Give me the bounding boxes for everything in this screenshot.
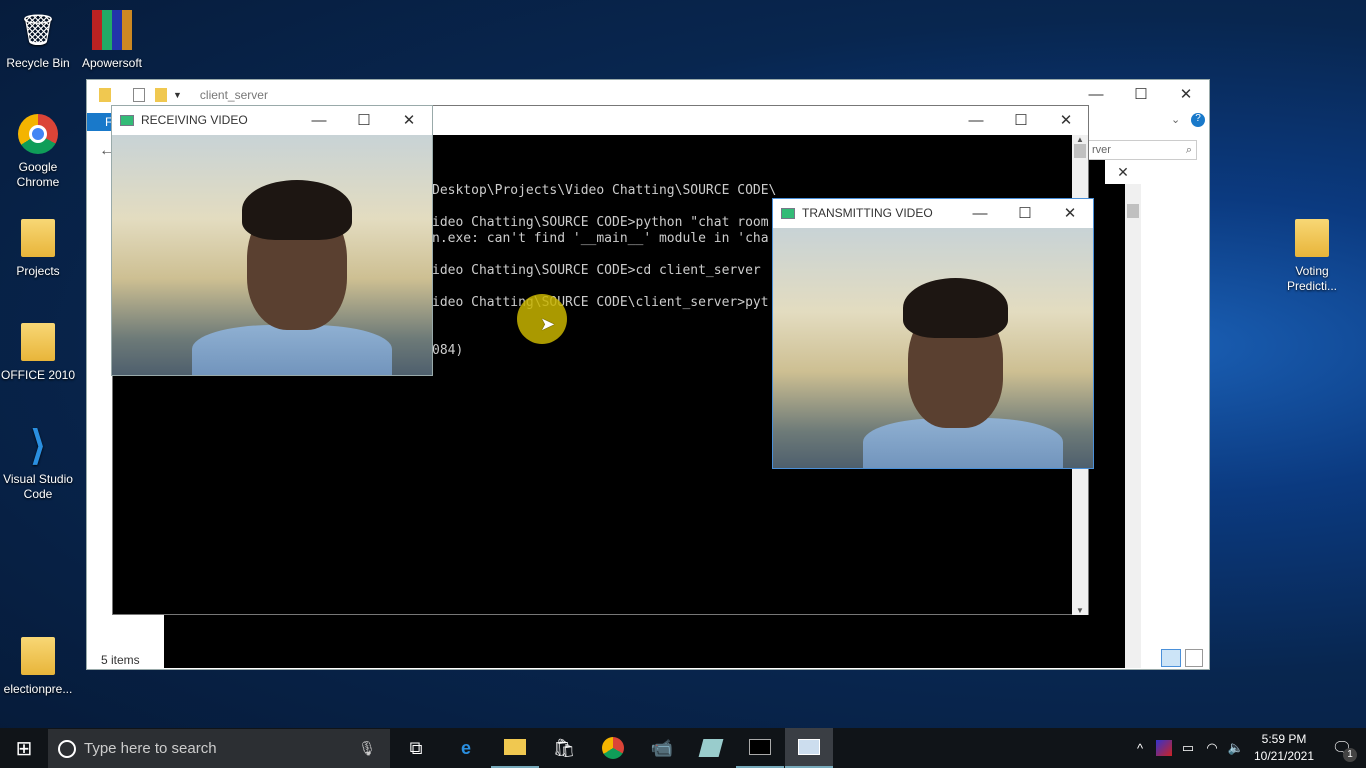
window-app-icon (120, 114, 134, 126)
search-icon: ⌕ (1185, 144, 1192, 156)
folder-icon (1292, 216, 1332, 260)
wifi-icon[interactable]: ◠ (1200, 728, 1224, 768)
recycle-bin-icon: 🗑 (18, 13, 58, 47)
desktop-icon-office-2010[interactable]: OFFICE 2010 (0, 320, 76, 383)
folder-icon (18, 320, 58, 364)
video-window-icon[interactable] (785, 728, 833, 768)
folder-icon (18, 216, 58, 260)
volume-icon[interactable]: 🔈 (1224, 728, 1248, 768)
start-button[interactable]: ⊞ (0, 728, 48, 768)
maximize-button[interactable]: ☐ (1002, 199, 1048, 227)
transmitting-video-window: TRANSMITTING VIDEO — ☐ ✕ (772, 198, 1094, 469)
window-title: TRANSMITTING VIDEO (802, 206, 933, 220)
battery-icon[interactable]: ▭ (1176, 728, 1200, 768)
help-icon[interactable]: ? (1191, 113, 1205, 127)
maximize-button[interactable]: ☐ (998, 106, 1044, 134)
desktop-icon-vscode[interactable]: ⟩ Visual Studio Code (0, 424, 76, 502)
task-view-icon[interactable]: ⧉ (392, 728, 440, 768)
desktop-icon-google-chrome[interactable]: Google Chrome (0, 112, 76, 190)
window-app-icon (781, 207, 795, 219)
close-button[interactable]: ✕ (1105, 160, 1141, 184)
desktop-icon-electionpre[interactable]: electionpre... (0, 634, 76, 697)
transmitted-video-feed (773, 228, 1093, 468)
chrome-icon (18, 112, 58, 156)
minimize-button[interactable]: — (1073, 80, 1119, 108)
receiving-video-window: RECEIVING VIDEO — ☐ ✕ (111, 105, 433, 376)
folder-icon (99, 88, 111, 102)
maximize-button[interactable]: ☐ (341, 106, 387, 134)
window-title: client_server (199, 88, 268, 102)
large-icons-view-button[interactable] (1185, 649, 1203, 667)
desktop-icon-voting-prediction[interactable]: Voting Predicti... (1274, 216, 1350, 294)
command-prompt-icon[interactable] (736, 728, 784, 768)
close-button[interactable]: ✕ (1047, 199, 1093, 227)
tray-app-icon[interactable] (1152, 728, 1176, 768)
store-icon[interactable]: 🛍 (540, 728, 588, 768)
window-title: RECEIVING VIDEO (141, 113, 248, 127)
details-view-button[interactable] (1161, 649, 1181, 667)
microphone-icon[interactable]: 🎙 (358, 740, 376, 757)
search-box[interactable]: rver ⌕ (1087, 140, 1197, 160)
terminal-line: ideo Chatting\SOURCE CODE>python "chat r… (432, 215, 769, 230)
received-video-feed (112, 135, 432, 375)
winrar-icon (92, 8, 132, 52)
notes-app-icon[interactable] (687, 728, 735, 768)
minimize-button[interactable]: — (953, 106, 999, 134)
terminal-line: n.exe: can't find '__main__' module in '… (432, 231, 769, 246)
minimize-button[interactable]: — (957, 199, 1003, 227)
close-button[interactable]: ✕ (1043, 106, 1089, 134)
apowersoft-recorder-icon[interactable]: 📹 (638, 728, 686, 768)
close-button[interactable]: ✕ (386, 106, 432, 134)
clock[interactable]: 5:59 PM 10/21/2021 (1250, 731, 1318, 765)
maximize-button[interactable]: ☐ (1118, 80, 1164, 108)
folder-icon (18, 634, 58, 678)
new-folder-icon[interactable] (155, 88, 167, 102)
close-button[interactable]: ✕ (1163, 80, 1209, 108)
notification-badge: 1 (1343, 748, 1357, 762)
vscode-icon: ⟩ (30, 423, 46, 468)
taskbar-search-box[interactable]: Type here to search 🎙 (48, 729, 390, 768)
desktop-icon-projects[interactable]: Projects (0, 216, 76, 279)
status-bar-item-count: 5 items (101, 653, 140, 667)
customize-toolbar-icon[interactable]: ▼ (173, 90, 182, 100)
search-icon (58, 739, 76, 758)
terminal-line: Desktop\Projects\Video Chatting\SOURCE C… (432, 183, 777, 198)
action-center-icon[interactable]: 🗨 1 (1318, 728, 1366, 768)
edge-icon[interactable]: e (442, 728, 490, 768)
minimize-button[interactable]: — (296, 106, 342, 134)
ribbon-expand-icon[interactable]: ⌄ (1171, 113, 1180, 126)
show-hidden-icons-chevron[interactable]: ^ (1128, 728, 1152, 768)
properties-icon[interactable] (133, 88, 145, 102)
desktop-icon-recycle-bin[interactable]: 🗑 Recycle Bin (0, 8, 76, 71)
mouse-cursor-icon: ➤ (540, 314, 556, 334)
terminal-line: ideo Chatting\SOURCE CODE>cd client_serv… (432, 263, 761, 278)
terminal-line: 084) (432, 343, 464, 358)
scrollbar[interactable] (1125, 184, 1141, 668)
desktop-icon-apowersoft[interactable]: Apowersoft (74, 8, 150, 71)
chrome-taskbar-icon[interactable] (589, 728, 637, 768)
file-explorer-icon[interactable] (491, 728, 539, 768)
terminal-line: ideo Chatting\SOURCE CODE\client_server>… (432, 295, 769, 310)
